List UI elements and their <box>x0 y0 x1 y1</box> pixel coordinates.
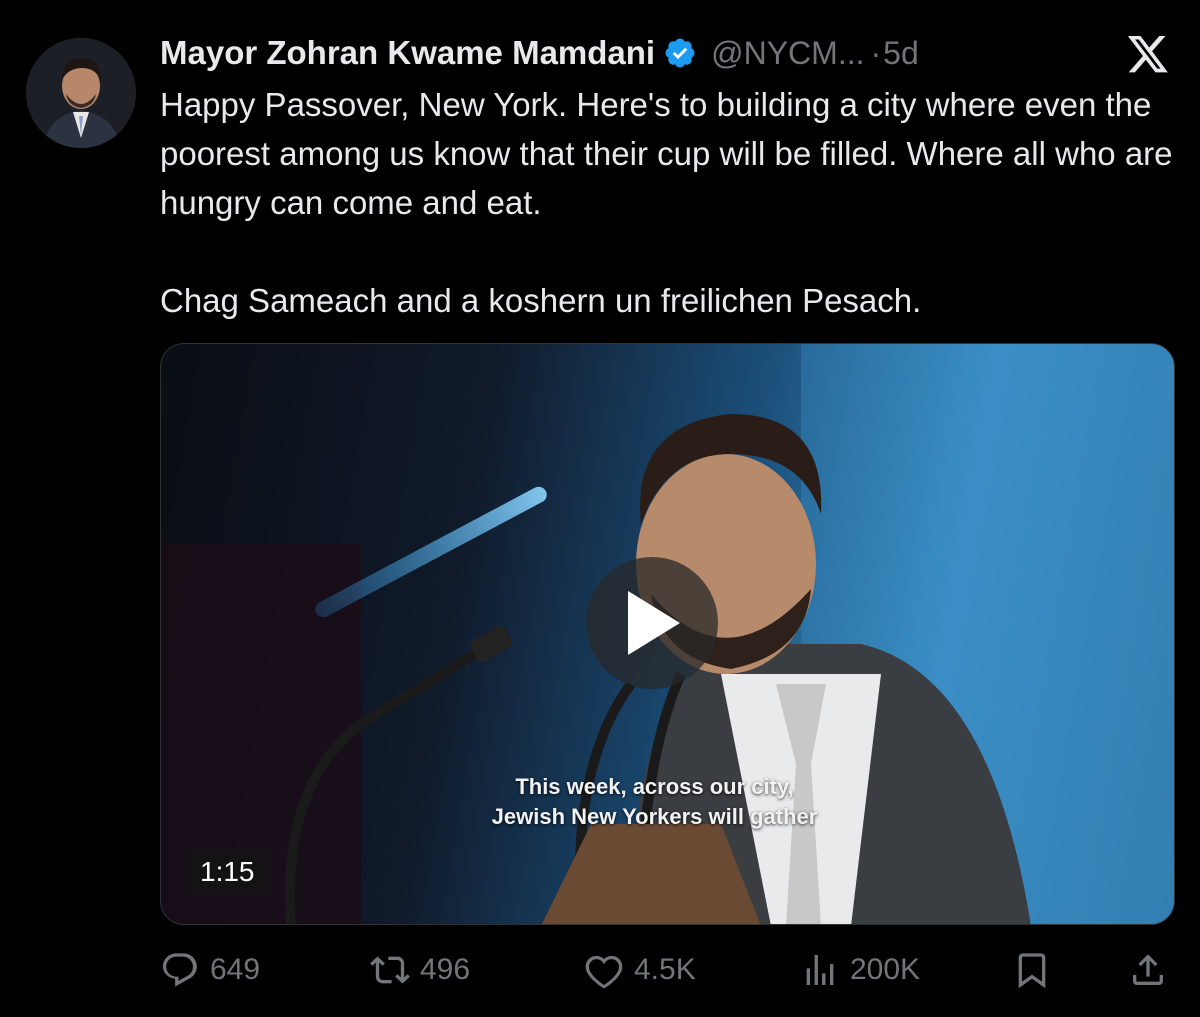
like-count: 4.5K <box>634 953 696 986</box>
x-logo-icon <box>1127 36 1168 73</box>
verified-badge-icon <box>665 38 695 68</box>
tweet-paragraph: Chag Sameach and a koshern un freilichen… <box>160 282 922 319</box>
author-handle[interactable]: @NYCM... <box>711 35 864 72</box>
timestamp[interactable]: 5d <box>883 35 919 72</box>
video-duration: 1:15 <box>186 848 269 896</box>
tweet-header: Mayor Zohran Kwame Mamdani @NYCM... · 5d <box>160 30 919 76</box>
repost-count: 496 <box>420 953 471 986</box>
like-button[interactable]: 4.5K <box>584 945 696 995</box>
tweet-actions: 649 496 4.5K 200K <box>160 945 1175 995</box>
play-button[interactable] <box>586 557 718 689</box>
heart-icon <box>585 955 623 989</box>
reply-button[interactable]: 649 <box>160 945 260 995</box>
bookmark-icon <box>1018 953 1046 989</box>
share-icon <box>1133 954 1163 985</box>
bookmark-button[interactable] <box>1012 945 1052 995</box>
video-caption: This week, across our city, Jewish New Y… <box>160 772 1175 832</box>
reply-count: 649 <box>210 953 261 986</box>
separator-dot: · <box>870 34 882 71</box>
views-icon <box>806 955 834 985</box>
author-name[interactable]: Mayor Zohran Kwame Mamdani <box>160 34 655 72</box>
tweet-text: Happy Passover, New York. Here's to buil… <box>160 80 1190 325</box>
avatar-image <box>26 38 136 148</box>
tweet-paragraph: Happy Passover, New York. Here's to buil… <box>160 86 1173 221</box>
share-button[interactable] <box>1128 945 1168 995</box>
views-count: 200K <box>850 953 921 986</box>
author-avatar[interactable] <box>26 38 136 148</box>
repost-button[interactable]: 496 <box>370 945 470 995</box>
play-icon <box>628 591 680 655</box>
caption-line: Jewish New Yorkers will gather <box>491 804 818 829</box>
reply-icon <box>162 953 197 987</box>
repost-icon <box>370 956 410 984</box>
caption-line: This week, across our city, <box>515 774 794 799</box>
views-button[interactable]: 200K <box>800 945 920 995</box>
